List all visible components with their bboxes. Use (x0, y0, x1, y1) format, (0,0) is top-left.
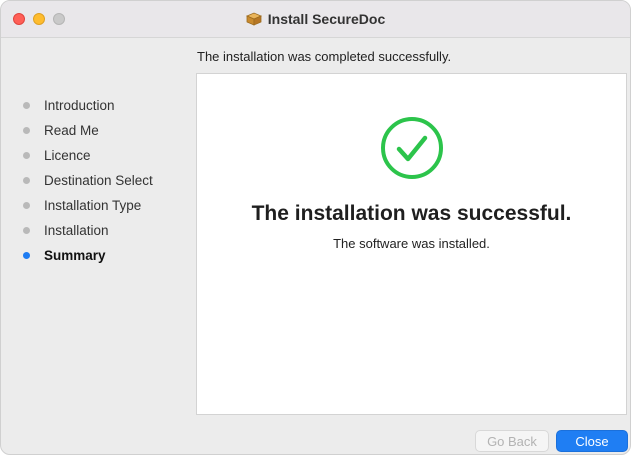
step-destination-select: Destination Select (23, 168, 188, 193)
step-label: Read Me (44, 123, 99, 138)
step-installation-type: Installation Type (23, 193, 188, 218)
step-read-me: Read Me (23, 118, 188, 143)
step-indicator-dot (23, 177, 30, 184)
step-installation: Installation (23, 218, 188, 243)
step-label: Introduction (44, 98, 115, 113)
step-licence: Licence (23, 143, 188, 168)
step-label: Licence (44, 148, 91, 163)
step-label: Summary (44, 248, 106, 263)
package-icon (245, 12, 262, 26)
step-introduction: Introduction (23, 93, 188, 118)
step-label: Installation (44, 223, 109, 238)
step-indicator-dot (23, 152, 30, 159)
window-title-group: Install SecureDoc (1, 1, 630, 37)
close-button[interactable]: Close (556, 430, 628, 452)
step-indicator-dot (23, 127, 30, 134)
checkmark-circle-icon (380, 116, 444, 180)
main-content-panel: The installation was successful. The sof… (196, 73, 627, 415)
step-summary: Summary (23, 243, 188, 268)
step-indicator-dot (23, 202, 30, 209)
step-indicator-dot (23, 102, 30, 109)
step-label: Destination Select (44, 173, 153, 188)
installer-steps-sidebar: Introduction Read Me Licence Destination… (23, 93, 188, 268)
success-heading: The installation was successful. (251, 202, 572, 225)
go-back-button[interactable]: Go Back (475, 430, 549, 452)
window-title: Install SecureDoc (267, 11, 386, 27)
success-subtitle: The software was installed. (333, 236, 490, 251)
installer-window: Install SecureDoc The installation was c… (0, 0, 631, 455)
completion-message: The installation was completed successfu… (197, 49, 452, 64)
step-indicator-dot-active (23, 252, 30, 259)
title-bar: Install SecureDoc (1, 1, 630, 38)
step-indicator-dot (23, 227, 30, 234)
step-label: Installation Type (44, 198, 142, 213)
